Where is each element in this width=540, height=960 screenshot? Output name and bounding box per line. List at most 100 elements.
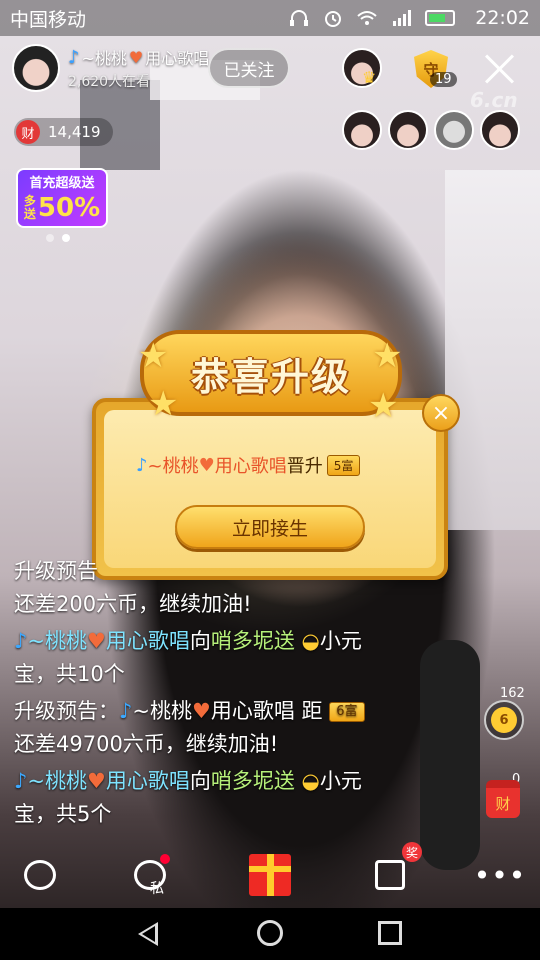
chat-line: 宝，共5个 bbox=[14, 802, 112, 826]
ingot-icon: ◒ bbox=[301, 769, 320, 793]
promo-small-text: 多 送 bbox=[24, 195, 36, 221]
wifi-icon bbox=[357, 11, 377, 25]
follow-button[interactable]: 已关注 bbox=[208, 48, 290, 88]
back-icon[interactable] bbox=[138, 922, 158, 946]
home-icon[interactable] bbox=[257, 920, 283, 946]
recharge-promo-banner[interactable]: 首充超级送 多 送 50% bbox=[16, 168, 108, 228]
wealth-badge-icon: 财 bbox=[16, 120, 40, 144]
audience-avatar[interactable] bbox=[388, 110, 428, 150]
dialog-close-icon[interactable]: × bbox=[422, 394, 460, 432]
music-note-icon: ♪ bbox=[119, 699, 133, 723]
chat-user-suffix[interactable]: 用心歌唱 bbox=[106, 629, 190, 653]
heart-icon: ♥ bbox=[198, 454, 215, 476]
headphones-icon bbox=[290, 10, 309, 26]
chat-line: 宝，共10个 bbox=[14, 662, 125, 686]
chat-feed: 升级预告 还差200六币，继续加油! ♪~桃桃♥用心歌唱向哨多坭送 ◒小元 宝，… bbox=[14, 555, 470, 835]
chat-message: 升级预告：♪~桃桃♥用心歌唱 距 6富 还差49700六币，继续加油! bbox=[14, 695, 470, 761]
host-text: ♪ ~桃桃 ♥ 用心歌唱 2,620人在看 bbox=[68, 45, 209, 91]
chat-message: ♪~桃桃♥用心歌唱向哨多坭送 ◒小元 宝，共10个 bbox=[14, 625, 470, 691]
chat-user[interactable]: ~桃桃 bbox=[132, 699, 192, 723]
chat-line: ♪~桃桃♥用心歌唱向哨多坭送 ◒小元 bbox=[14, 765, 470, 798]
chat-line: 还差200六币，继续加油! bbox=[14, 592, 252, 616]
clock: 22:02 bbox=[475, 7, 530, 29]
chat-user[interactable]: ~桃桃 bbox=[27, 629, 87, 653]
chat-line: 升级预告：♪~桃桃♥用心歌唱 距 6富 bbox=[14, 695, 470, 728]
chat-message: 升级预告 还差200六币，继续加油! bbox=[14, 555, 470, 621]
more-button[interactable]: ••• bbox=[474, 853, 526, 897]
claim-button[interactable]: 立即接生 bbox=[175, 505, 365, 549]
status-bar: 中国移动 22:02 bbox=[0, 0, 540, 36]
music-note-icon: ♪ bbox=[14, 769, 28, 793]
chat-verb: 向 bbox=[189, 629, 211, 653]
gift-button[interactable] bbox=[248, 853, 292, 897]
viewer-count: 2,620人在看 bbox=[68, 74, 151, 90]
fan-group-button[interactable]: 6 bbox=[484, 700, 524, 740]
music-note-icon: ♪ bbox=[68, 46, 80, 68]
chat-item: 小元 bbox=[319, 769, 362, 793]
crown-icon: ♛ bbox=[362, 68, 377, 87]
chat-user-suffix[interactable]: 用心歌唱 bbox=[211, 699, 295, 723]
wealth-counter[interactable]: 财 14,419 bbox=[14, 118, 113, 146]
host-avatar[interactable] bbox=[12, 44, 60, 92]
promo-title: 首充超级送 bbox=[29, 176, 95, 191]
heart-icon: ♥ bbox=[87, 769, 106, 793]
guard-count: 19 bbox=[430, 72, 457, 87]
chat-button[interactable] bbox=[18, 853, 62, 897]
dialog-title: 恭喜升级 bbox=[190, 353, 351, 399]
chat-target[interactable]: 哨多坭送 bbox=[211, 769, 295, 793]
recent-apps-icon[interactable] bbox=[378, 921, 402, 945]
level-badge: 5富 bbox=[326, 454, 361, 476]
close-icon[interactable] bbox=[482, 50, 518, 86]
action-bar: ••• bbox=[0, 845, 540, 905]
dialog-action: 晋升 bbox=[286, 456, 323, 477]
pager-dot bbox=[46, 234, 54, 242]
host-info[interactable]: ♪ ~桃桃 ♥ 用心歌唱 2,620人在看 bbox=[12, 44, 209, 92]
host-name-suffix: 用心歌唱 bbox=[145, 49, 210, 68]
host-name: ♪ ~桃桃 ♥ 用心歌唱 bbox=[68, 45, 209, 69]
carrier-label: 中国移动 bbox=[10, 8, 87, 31]
star-icon: ★ bbox=[138, 336, 169, 376]
star-icon: ★ bbox=[372, 336, 403, 376]
heart-icon: ♥ bbox=[192, 699, 211, 723]
share-reward-badge: 奖 bbox=[402, 842, 422, 862]
heart-icon: ♥ bbox=[87, 629, 106, 653]
fan-level-icon: 6 bbox=[491, 707, 517, 733]
audience-avatar[interactable] bbox=[342, 110, 382, 150]
promo-small-2: 送 bbox=[23, 207, 36, 221]
dialog-user-suffix: 用心歌唱 bbox=[214, 456, 287, 477]
red-envelope-button[interactable]: 财 bbox=[486, 780, 520, 818]
system-nav-bar bbox=[0, 908, 540, 960]
ingot-icon: ◒ bbox=[301, 629, 320, 653]
status-icons: 22:02 bbox=[289, 7, 530, 29]
chat-line: 还差49700六币，继续加油! bbox=[14, 732, 279, 756]
audience-avatar[interactable] bbox=[434, 110, 474, 150]
alarm-icon bbox=[325, 11, 342, 27]
chat-line: 升级预告 bbox=[14, 559, 98, 583]
chat-line: ♪~桃桃♥用心歌唱向哨多坭送 ◒小元 bbox=[14, 625, 470, 658]
promo-main: 多 送 50% bbox=[18, 193, 106, 223]
chat-prefix: 升级预告： bbox=[14, 699, 119, 723]
share-icon bbox=[375, 860, 405, 890]
music-note-icon: ♪ bbox=[14, 629, 28, 653]
audience-avatar[interactable] bbox=[480, 110, 520, 150]
private-label: 私 bbox=[150, 881, 164, 897]
chat-verb: 向 bbox=[189, 769, 211, 793]
star-icon: ★ bbox=[368, 386, 399, 426]
fan-count: 162 bbox=[500, 686, 525, 701]
wealth-value: 14,419 bbox=[48, 123, 101, 141]
gift-icon bbox=[249, 854, 291, 896]
site-watermark: 6.cn bbox=[470, 88, 518, 112]
chat-item: 小元 bbox=[319, 629, 362, 653]
level-badge: 6富 bbox=[329, 702, 365, 722]
chat-target[interactable]: 哨多坭送 bbox=[211, 629, 295, 653]
chat-distance: 距 bbox=[301, 699, 323, 723]
chat-bubble-icon bbox=[24, 860, 56, 890]
upgrade-message: ♪ ~桃桃 ♥ 用心歌唱 晋升 5富 bbox=[136, 452, 361, 478]
host-name-text: ~桃桃 bbox=[81, 49, 127, 68]
chat-message: ♪~桃桃♥用心歌唱向哨多坭送 ◒小元 宝，共5个 bbox=[14, 765, 470, 831]
chat-user-suffix[interactable]: 用心歌唱 bbox=[106, 769, 190, 793]
chat-user[interactable]: ~桃桃 bbox=[27, 769, 87, 793]
upgrade-banner: 恭喜升级 bbox=[140, 330, 402, 416]
more-icon: ••• bbox=[473, 858, 527, 892]
dialog-user: ~桃桃 bbox=[147, 456, 199, 477]
